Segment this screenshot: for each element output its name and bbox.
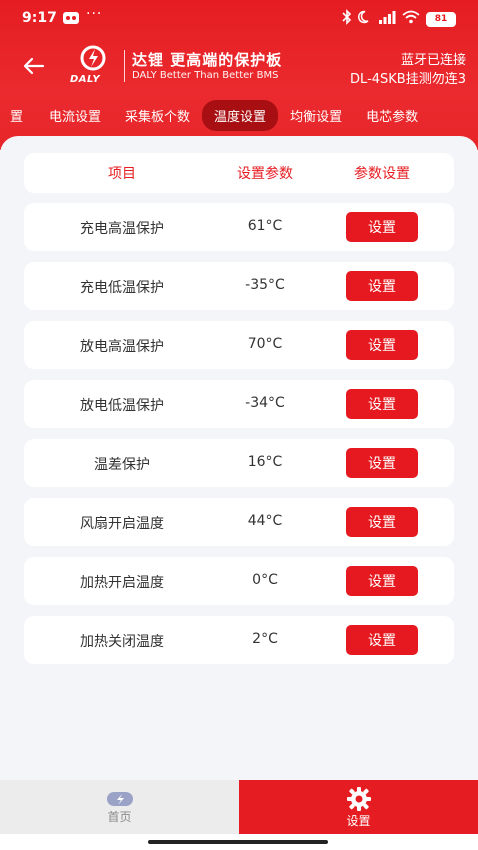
brand-subtitle: DALY Better Than Better BMS (132, 70, 279, 81)
table-row: 充电高温保护 61°C 设置 (24, 203, 454, 251)
set-button[interactable]: 设置 (346, 566, 418, 596)
row-value: 44°C (247, 513, 283, 529)
brand-title: 达锂 更高端的保护板 (132, 51, 283, 69)
table-row: 风扇开启温度 44°C 设置 (24, 498, 454, 546)
header-divider (124, 50, 125, 82)
arrow-left-icon (23, 57, 45, 75)
nav-settings-label: 设置 (346, 813, 371, 828)
row-item: 温差保护 (94, 457, 150, 473)
status-bar: 9:17 ··· 81 (0, 0, 478, 36)
bluetooth-icon (342, 9, 352, 29)
row-value: 70°C (247, 336, 283, 352)
tab-temperature-settings[interactable]: 温度设置 (202, 99, 279, 131)
header-action: 参数设置 (354, 166, 410, 182)
row-value: -34°C (245, 395, 285, 411)
battery-indicator: 81 (426, 11, 456, 27)
table-row: 放电高温保护 70°C 设置 (24, 321, 454, 369)
row-value: 61°C (247, 218, 283, 234)
status-time: 9:17 (22, 10, 57, 26)
home-indicator[interactable] (148, 840, 328, 844)
logo-text: DALY (70, 74, 101, 85)
bottom-navigation: 首页 设置 (0, 780, 478, 834)
content-panel: 项目 设置参数 参数设置 充电高温保护 61°C 设置 充电低温保护 -35°C… (0, 136, 478, 780)
row-item: 风扇开启温度 (80, 516, 164, 532)
set-button[interactable]: 设置 (346, 212, 418, 242)
table-row: 充电低温保护 -35°C 设置 (24, 262, 454, 310)
tab-current-settings[interactable]: 电流设置 (37, 100, 113, 131)
back-button[interactable] (18, 50, 50, 82)
row-value: -35°C (245, 277, 285, 293)
set-button[interactable]: 设置 (346, 448, 418, 478)
row-item: 放电高温保护 (80, 339, 164, 355)
row-item: 充电低温保护 (80, 280, 164, 296)
table-row: 放电低温保护 -34°C 设置 (24, 380, 454, 428)
row-item: 放电低温保护 (80, 398, 164, 414)
wifi-icon (402, 10, 420, 28)
row-item: 充电高温保护 (80, 221, 164, 237)
table-row: 温差保护 16°C 设置 (24, 439, 454, 487)
settings-tabs: 置 电流设置 采集板个数 温度设置 均衡设置 电芯参数 (0, 98, 478, 132)
tab-partial[interactable]: 置 (0, 100, 37, 131)
app-bar: DALY 达锂 更高端的保护板 DALY Better Than Better … (0, 40, 478, 92)
tab-board-count[interactable]: 采集板个数 (113, 100, 202, 131)
set-button[interactable]: 设置 (346, 389, 418, 419)
set-button[interactable]: 设置 (346, 625, 418, 655)
row-item: 加热关闭温度 (80, 634, 164, 650)
row-item: 加热开启温度 (80, 575, 164, 591)
more-notifications-dots: ··· (86, 6, 103, 22)
row-value: 2°C (252, 631, 278, 647)
tab-cell-parameters[interactable]: 电芯参数 (354, 100, 430, 131)
set-button[interactable]: 设置 (346, 271, 418, 301)
nav-home[interactable]: 首页 (0, 780, 239, 834)
tab-balance-settings[interactable]: 均衡设置 (278, 100, 354, 131)
connection-status: 蓝牙已连接 (400, 53, 466, 68)
gear-icon (346, 786, 371, 811)
row-value: 16°C (247, 454, 283, 470)
moon-icon (358, 10, 372, 28)
set-button[interactable]: 设置 (346, 330, 418, 360)
home-bolt-icon (106, 791, 133, 806)
table-row: 加热关闭温度 2°C 设置 (24, 616, 454, 664)
signal-icon (378, 10, 396, 28)
set-button[interactable]: 设置 (346, 507, 418, 537)
nav-home-label: 首页 (107, 809, 132, 824)
header-value: 设置参数 (237, 166, 293, 182)
status-icons: 81 (342, 9, 456, 29)
table-row: 加热开启温度 0°C 设置 (24, 557, 454, 605)
device-name: DL-4SKB挂测勿连3 (350, 72, 466, 87)
header-item: 项目 (108, 166, 136, 182)
nav-settings[interactable]: 设置 (239, 780, 478, 834)
row-value: 0°C (252, 572, 278, 588)
notification-app-icon (62, 9, 80, 25)
table-header: 项目 设置参数 参数设置 (24, 153, 454, 193)
